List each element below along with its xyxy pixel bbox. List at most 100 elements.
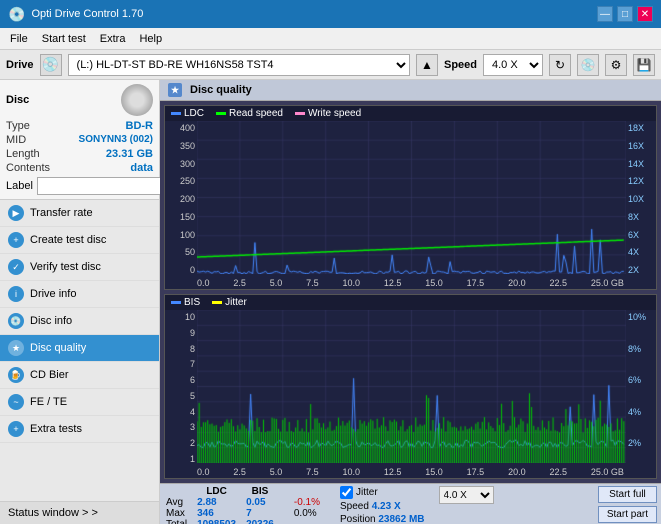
readspeed-legend-dot bbox=[216, 112, 226, 115]
total-bis-value: 20326 bbox=[244, 519, 282, 524]
menu-file[interactable]: File bbox=[4, 31, 34, 47]
bis-yaxis-right: 10% 8% 6% 4% 2% bbox=[626, 310, 656, 466]
status-window-button[interactable]: Status window > > bbox=[0, 501, 159, 524]
stats-max-row: Max 346 7 0.0% bbox=[164, 508, 328, 519]
disc-length-label: Length bbox=[6, 148, 40, 160]
main-layout: Disc Type BD-R MID SONYNN3 (002) Length … bbox=[0, 80, 661, 524]
position-value: 23862 MB bbox=[378, 514, 424, 524]
test-speed-select[interactable]: 4.0 X bbox=[439, 486, 494, 504]
disc-quality-header: ★ Disc quality bbox=[160, 80, 661, 101]
disc-image bbox=[121, 84, 153, 116]
settings-button[interactable]: ⚙ bbox=[605, 54, 627, 76]
bis-legend-item: BIS bbox=[171, 297, 200, 308]
jitter-legend-item: Jitter bbox=[212, 297, 247, 308]
minimize-button[interactable]: — bbox=[597, 6, 613, 22]
jitter-speed-section: Jitter Speed 4.23 X Position 23862 MB Sa… bbox=[340, 486, 425, 524]
ldc-col-header: LDC bbox=[195, 486, 244, 497]
app-icon: 💿 bbox=[8, 6, 25, 23]
status-window-label: Status window > > bbox=[8, 507, 98, 519]
speed-label: Speed bbox=[340, 501, 369, 512]
start-part-button[interactable]: Start part bbox=[598, 506, 657, 523]
sidebar-item-label: Transfer rate bbox=[30, 207, 93, 219]
writespeed-legend-dot bbox=[295, 112, 305, 115]
max-bis-value: 7 bbox=[244, 508, 282, 519]
menu-extra[interactable]: Extra bbox=[94, 31, 132, 47]
sidebar-item-label: Disc info bbox=[30, 315, 72, 327]
speed-select[interactable]: 4.0 X bbox=[483, 54, 543, 76]
sidebar: Disc Type BD-R MID SONYNN3 (002) Length … bbox=[0, 80, 160, 524]
drive-icon: 💿 bbox=[40, 54, 62, 76]
app-title: Opti Drive Control 1.70 bbox=[31, 8, 143, 20]
disc-info-icon: 💿 bbox=[8, 313, 24, 329]
create-test-disc-icon: + bbox=[8, 232, 24, 248]
bis-xaxis: 0.02.55.07.510.012.515.017.520.022.525.0… bbox=[165, 466, 656, 478]
jitter-checkbox[interactable] bbox=[340, 486, 353, 499]
readspeed-legend-item: Read speed bbox=[216, 108, 283, 119]
avg-jitter-value: -0.1% bbox=[292, 497, 328, 508]
sidebar-item-cd-bier[interactable]: 🍺 CD Bier bbox=[0, 362, 159, 389]
bis-col-header: BIS bbox=[244, 486, 282, 497]
refresh-button[interactable]: ↻ bbox=[549, 54, 571, 76]
disc-section-title: Disc bbox=[6, 94, 29, 106]
media-button[interactable]: 💿 bbox=[577, 54, 599, 76]
disc-label-input[interactable] bbox=[37, 177, 175, 195]
fe-te-icon: ~ bbox=[8, 394, 24, 410]
extra-tests-icon: + bbox=[8, 421, 24, 437]
sidebar-item-label: Extra tests bbox=[30, 423, 82, 435]
total-jitter-value bbox=[292, 519, 328, 524]
ldc-chart-legend: LDC Read speed Write speed bbox=[165, 106, 656, 121]
readspeed-legend-label: Read speed bbox=[229, 108, 283, 119]
sidebar-item-label: Drive info bbox=[30, 288, 76, 300]
menu-bar: File Start test Extra Help bbox=[0, 28, 661, 50]
bis-yaxis-left: 10987654321 bbox=[165, 310, 197, 466]
stats-total-row: Total 1098503 20326 bbox=[164, 519, 328, 524]
verify-test-disc-icon: ✓ bbox=[8, 259, 24, 275]
disc-mid-value: SONYNN3 (002) bbox=[79, 134, 153, 146]
speed-value: 4.23 X bbox=[372, 501, 401, 512]
disc-quality-title: Disc quality bbox=[190, 84, 252, 96]
bis-canvas bbox=[197, 310, 626, 463]
content-area: ★ Disc quality LDC Read speed bbox=[160, 80, 661, 524]
bis-chart-wrap: 10987654321 10% 8% 6% 4% 2% bbox=[165, 310, 656, 466]
sidebar-item-disc-quality[interactable]: ★ Disc quality bbox=[0, 335, 159, 362]
save-button[interactable]: 💾 bbox=[633, 54, 655, 76]
total-ldc-value: 1098503 bbox=[195, 519, 244, 524]
transfer-rate-icon: ▶ bbox=[8, 205, 24, 221]
sidebar-item-disc-info[interactable]: 💿 Disc info bbox=[0, 308, 159, 335]
bis-chart-legend: BIS Jitter bbox=[165, 295, 656, 310]
avg-label: Avg bbox=[164, 497, 195, 508]
jitter-legend-label: Jitter bbox=[225, 297, 247, 308]
start-full-button[interactable]: Start full bbox=[598, 486, 657, 503]
stats-avg-row: Avg 2.88 0.05 -0.1% bbox=[164, 497, 328, 508]
disc-length-value: 23.31 GB bbox=[106, 148, 153, 160]
maximize-button[interactable]: □ bbox=[617, 6, 633, 22]
total-label: Total bbox=[164, 519, 195, 524]
jitter-label: Jitter bbox=[356, 487, 378, 498]
sidebar-item-fe-te[interactable]: ~ FE / TE bbox=[0, 389, 159, 416]
sidebar-item-drive-info[interactable]: i Drive info bbox=[0, 281, 159, 308]
ldc-chart-wrap: 400350300250200150100500 18X16X14X12X10X… bbox=[165, 121, 656, 277]
sidebar-item-label: Disc quality bbox=[30, 342, 86, 354]
close-button[interactable]: ✕ bbox=[637, 6, 653, 22]
menu-start-test[interactable]: Start test bbox=[36, 31, 92, 47]
disc-quality-section-icon: ★ bbox=[168, 83, 182, 97]
drive-info-icon: i bbox=[8, 286, 24, 302]
sidebar-item-extra-tests[interactable]: + Extra tests bbox=[0, 416, 159, 443]
ldc-legend-dot bbox=[171, 112, 181, 115]
ldc-yaxis-right: 18X16X14X12X10X8X6X4X2X bbox=[626, 121, 656, 277]
drive-select[interactable]: (L:) HL-DT-ST BD-RE WH16NS58 TST4 bbox=[68, 54, 410, 76]
jitter-col-header bbox=[292, 486, 328, 497]
ldc-legend-label: LDC bbox=[184, 108, 204, 119]
sidebar-item-transfer-rate[interactable]: ▶ Transfer rate bbox=[0, 200, 159, 227]
eject-button[interactable]: ▲ bbox=[416, 54, 438, 76]
ldc-chart-inner bbox=[197, 121, 626, 277]
disc-panel: Disc Type BD-R MID SONYNN3 (002) Length … bbox=[0, 80, 159, 200]
sidebar-item-create-test-disc[interactable]: + Create test disc bbox=[0, 227, 159, 254]
ldc-yaxis-left: 400350300250200150100500 bbox=[165, 121, 197, 277]
bis-chart-block: BIS Jitter 10987654321 10% 8% 6% bbox=[164, 294, 657, 479]
menu-help[interactable]: Help bbox=[133, 31, 168, 47]
disc-contents-value: data bbox=[130, 162, 153, 174]
start-buttons: Start full Start part bbox=[598, 486, 657, 523]
writespeed-legend-item: Write speed bbox=[295, 108, 361, 119]
sidebar-item-verify-test-disc[interactable]: ✓ Verify test disc bbox=[0, 254, 159, 281]
